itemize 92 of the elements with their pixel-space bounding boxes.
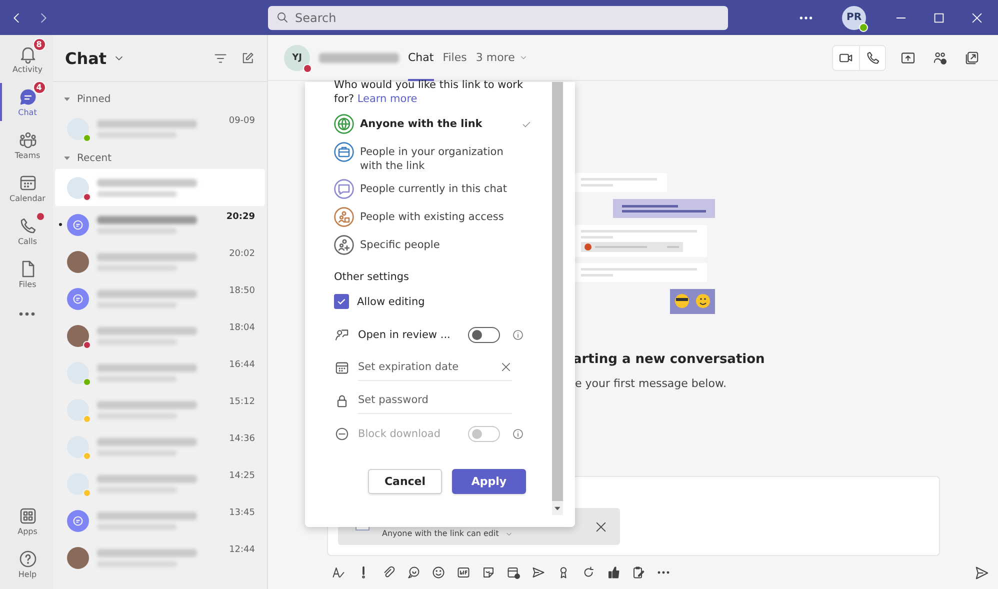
chat-icon: [18, 87, 38, 107]
tab[interactable]: 3 more: [476, 34, 528, 80]
group-avatar: [67, 510, 89, 532]
schedule-meeting-icon[interactable]: [505, 564, 521, 580]
input-field[interactable]: Set expiration date: [358, 354, 512, 380]
app-bar-item[interactable]: Calendar: [0, 169, 53, 207]
specific-icon: [334, 235, 354, 255]
chat-item[interactable]: 14:25: [55, 465, 265, 502]
empty-state-title: arting a new conversation: [573, 352, 765, 367]
link-option[interactable]: Specific people: [334, 235, 542, 257]
learn-more-link[interactable]: Learn more: [357, 93, 418, 105]
teams-icon: [18, 130, 38, 150]
chat-item[interactable]: 20:29: [55, 206, 265, 243]
setting-label: Block download: [358, 428, 442, 440]
avatar: YJ: [284, 44, 310, 70]
app-bar-item[interactable]: Help: [0, 545, 53, 583]
chat-item[interactable]: 09-09: [55, 110, 265, 147]
group-avatar: [67, 214, 89, 236]
timestamp: 14:25: [229, 471, 255, 481]
link-option[interactable]: People currently in this chat: [334, 179, 542, 201]
send-icon[interactable]: [974, 564, 990, 580]
setting-label: Open in review ...: [358, 328, 452, 340]
block-icon: [334, 426, 350, 442]
existing-icon: [334, 207, 354, 227]
info-icon: [512, 328, 524, 340]
section-heading: Other settings: [334, 271, 410, 283]
input-field[interactable]: Set password: [358, 388, 512, 414]
section-header[interactable]: Recent: [55, 147, 265, 169]
photo-placeholder: [67, 546, 89, 568]
gif-icon[interactable]: [455, 564, 471, 580]
globe-icon: [334, 114, 354, 134]
app-bar-item[interactable]: Calls: [0, 212, 53, 250]
timestamp: 20:29: [226, 212, 255, 222]
section-header[interactable]: Pinned: [55, 88, 265, 110]
apply-button[interactable]: Apply: [452, 469, 526, 494]
tab[interactable]: Files: [442, 34, 467, 80]
scrollbar[interactable]: [552, 82, 563, 515]
photo-placeholder: [67, 250, 89, 272]
group-avatar: [67, 288, 89, 310]
search-icon: [276, 11, 289, 24]
link-option[interactable]: People in your organization with the link: [334, 142, 542, 173]
app-bar-item[interactable]: Files: [0, 255, 53, 293]
loop-icon[interactable]: [405, 564, 421, 580]
timestamp: 12:44: [229, 545, 255, 555]
app-bar-item[interactable]: 8 Activity: [0, 40, 53, 78]
chat-item[interactable]: 15:12: [55, 391, 265, 428]
toggle-switch[interactable]: [468, 326, 500, 342]
link-option[interactable]: Anyone with the link: [334, 114, 542, 136]
cancel-button[interactable]: Cancel: [368, 469, 442, 494]
chat-item[interactable]: 13:45: [55, 502, 265, 539]
prompt-text: Who would you like this link to work for? Learn more: [334, 78, 524, 106]
timestamp: 14:36: [229, 434, 255, 444]
search-field[interactable]: Search: [268, 6, 728, 30]
unread-dot: [59, 223, 62, 226]
timestamp: 09-09: [228, 116, 255, 126]
organization-icon: [334, 142, 354, 162]
emoji-icon[interactable]: [430, 564, 446, 580]
checkmark-icon: [521, 119, 532, 130]
info-icon: [512, 428, 524, 440]
timestamp: 16:44: [229, 360, 255, 370]
link-option[interactable]: People with existing access: [334, 207, 542, 229]
count-badge: 4: [32, 81, 46, 94]
count-badge: 8: [32, 38, 46, 51]
chat-item[interactable]: 18:04: [55, 317, 265, 354]
chat-icon: [334, 179, 354, 199]
chat-item[interactable]: 18:50: [55, 280, 265, 317]
help-icon: [18, 549, 38, 569]
chat-title-dropdown[interactable]: Chat: [65, 48, 125, 68]
format-icon[interactable]: [330, 564, 346, 580]
compose-icon[interactable]: [240, 50, 255, 66]
calendar-icon: [18, 173, 38, 193]
chat-item[interactable]: 20:02: [55, 243, 265, 280]
apps-icon: [18, 506, 38, 526]
send-later-icon[interactable]: [530, 564, 546, 580]
empty-state-subtitle: e your first message below.: [575, 377, 726, 390]
app-bar-item[interactable]: Apps: [0, 502, 53, 540]
profile-avatar[interactable]: PR: [842, 6, 866, 30]
timestamp: 15:12: [229, 397, 255, 407]
chat-item[interactable]: 16:44: [55, 354, 265, 391]
timestamp: 13:45: [229, 508, 255, 518]
checkbox[interactable]: Allow editing: [334, 288, 542, 315]
calendar-icon: [334, 360, 350, 376]
chat-item[interactable]: 14:36: [55, 428, 265, 465]
timestamp: 20:02: [229, 249, 255, 259]
app-bar-item[interactable]: Teams: [0, 126, 53, 164]
clear-icon[interactable]: [500, 361, 512, 373]
review-icon: [334, 326, 350, 342]
timestamp: 18:50: [229, 286, 255, 296]
close-icon[interactable]: [594, 520, 608, 534]
timestamp: 18:04: [229, 323, 255, 333]
chat-item[interactable]: 12:44: [55, 539, 265, 576]
permission-dropdown[interactable]: Anyone with the link can edit: [382, 529, 513, 538]
